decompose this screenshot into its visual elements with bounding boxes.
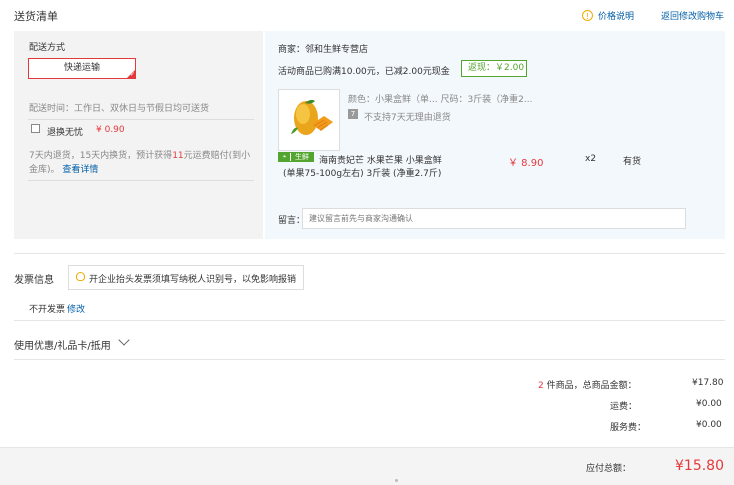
- product-stock: 有货: [623, 157, 642, 167]
- chevron-down-icon[interactable]: [118, 334, 130, 346]
- express-delivery-label: 快递运输: [63, 63, 100, 73]
- return-description-line1: 7天内退货，15天内换货，预计获得11元运费赔付(到小: [29, 151, 251, 161]
- page-title: 送货清单: [14, 10, 58, 23]
- back-to-cart-link[interactable]: 返回修改购物车: [661, 9, 724, 22]
- summary-item-count: 2 件商品，总商品金额：: [538, 381, 637, 391]
- invoice-tip-text: 开企业抬头发票须填写纳税人识别号，以免影响报销: [89, 275, 297, 285]
- summary-shipping-label: 运费：: [610, 402, 638, 412]
- info-icon: !: [582, 10, 593, 21]
- product-price: ￥ 8.90: [508, 158, 544, 169]
- summary-total: ¥17.80: [692, 378, 724, 388]
- product-name-line2[interactable]: (单果75-100g左右) 3斤装 (净重2.7斤): [283, 166, 441, 179]
- delivery-time-text: 配送时间：工作日、双休日与节假日均可送货: [29, 104, 210, 114]
- express-delivery-option[interactable]: 快递运输 ✓: [28, 58, 136, 79]
- price-help-link[interactable]: ! 价格说明: [582, 9, 634, 22]
- summary-service-label: 服务费：: [610, 423, 647, 433]
- remark-label: 留言：: [278, 216, 306, 226]
- return-worry-free-label: 退换无忧: [47, 128, 84, 138]
- return-worry-free-checkbox[interactable]: [31, 124, 40, 133]
- coupon-section-toggle[interactable]: 使用优惠/礼品卡/抵用: [14, 337, 111, 352]
- payable-total-amount: ¥15.80: [675, 458, 724, 474]
- divider: [28, 180, 254, 181]
- product-quantity: x2: [585, 154, 597, 164]
- return-worry-free-price: ¥ 0.90: [96, 125, 125, 135]
- summary-service: ¥0.00: [696, 420, 722, 430]
- summary-shipping: ¥0.00: [696, 399, 722, 409]
- delivery-method-label: 配送方式: [29, 43, 66, 53]
- product-image[interactable]: [278, 89, 340, 151]
- divider: [28, 119, 254, 120]
- price-help-label: 价格说明: [598, 12, 635, 22]
- remark-input[interactable]: [302, 208, 686, 229]
- divider: [14, 359, 725, 360]
- activity-info: 活动商品已购满10.00元，已减2.00元现金: [278, 67, 450, 77]
- divider: [14, 320, 725, 321]
- rebate-badge: 返现：￥2.00: [461, 60, 527, 77]
- divider: [14, 253, 725, 254]
- payable-total-label: 应付总额：: [586, 464, 632, 474]
- lightbulb-icon: [76, 272, 85, 281]
- return-description-line2: 金库)。 查看详情: [29, 165, 99, 175]
- view-details-link[interactable]: 查看详情: [62, 165, 98, 175]
- product-name-line1[interactable]: 海南贵妃芒 水果芒果 小果盒鲜: [319, 153, 442, 166]
- invoice-value: 不开发票: [29, 305, 66, 315]
- invoice-edit-link[interactable]: 修改: [67, 302, 85, 315]
- no-return-icon: 7: [348, 109, 358, 119]
- fresh-icon: ❧: [279, 153, 290, 161]
- fresh-badge: ❧ 生鲜: [278, 152, 314, 162]
- invoice-section-title: 发票信息: [14, 275, 54, 286]
- no-return-text: 不支持7天无理由退货: [364, 113, 451, 123]
- fresh-badge-label: 生鲜: [291, 153, 313, 161]
- product-attributes: 颜色：小果盒鲜（单... 尺码：3斤装（净重2...: [348, 95, 533, 105]
- merchant-name: 商家：邻和生鲜专营店: [278, 45, 369, 55]
- scroll-dot-icon: [395, 479, 398, 482]
- mango-image: [279, 90, 339, 150]
- check-icon: ✓: [129, 71, 135, 78]
